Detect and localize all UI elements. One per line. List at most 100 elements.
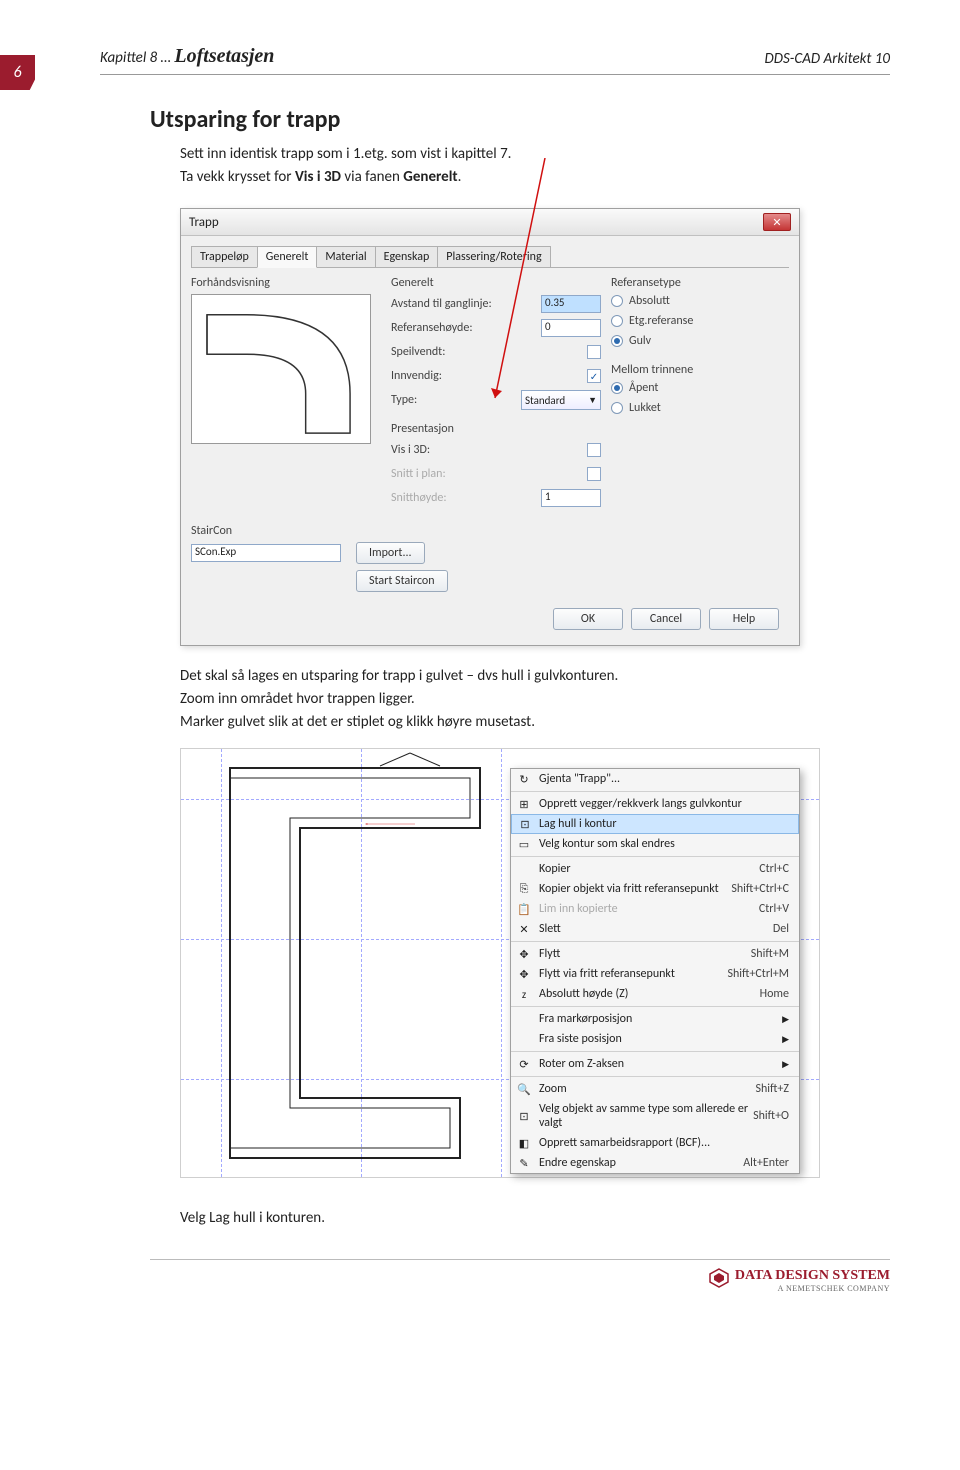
menu-item-icon: ⟳: [516, 1056, 532, 1072]
menu-item[interactable]: ✕ Slett Del: [511, 919, 799, 939]
footer-company: DATA DESIGN SYSTEM: [735, 1268, 890, 1284]
etgref-radio[interactable]: [611, 315, 623, 327]
close-button[interactable]: ✕: [763, 213, 791, 231]
menu-item-label: Kopier: [539, 862, 571, 876]
footer-subtitle: A NEMETSCHEK COMPANY: [778, 1284, 890, 1293]
help-button[interactable]: Help: [709, 608, 779, 630]
innvendig-label: Innvendig:: [391, 369, 442, 383]
menu-item-shortcut: Shift+Ctrl+M: [727, 967, 789, 981]
footer-logo: DATA DESIGN SYSTEM A NEMETSCHEK COMPANY: [0, 1260, 960, 1313]
menu-item-label: Gjenta "Trapp"...: [539, 772, 620, 786]
speilvendt-checkbox[interactable]: [587, 345, 601, 359]
menu-item-label: Lag hull i kontur: [539, 817, 617, 831]
menu-item-icon: ✎: [516, 1155, 532, 1171]
menu-item[interactable]: ⊞Opprett vegger/rekkverk langs gulvkontu…: [511, 794, 799, 814]
innvendig-checkbox[interactable]: ✓: [587, 369, 601, 383]
menu-item[interactable]: ✥Flytt via fritt referansepunktShift+Ctr…: [511, 964, 799, 984]
menu-item-icon: z: [516, 986, 532, 1002]
ok-button[interactable]: OK: [553, 608, 623, 630]
menu-item-shortcut: Del: [773, 922, 789, 936]
staircon-file-input[interactable]: SCon.Exp: [191, 544, 341, 562]
menu-item[interactable]: ⎘ Kopier objekt via fritt referansepunkt S…: [511, 879, 799, 899]
menu-item: 📋Lim inn kopierteCtrl+V: [511, 899, 799, 919]
menu-item[interactable]: ✥FlyttShift+M: [511, 944, 799, 964]
header-chapter: Kapittel 8 …: [100, 49, 174, 67]
menu-separator: [511, 1051, 799, 1052]
gulv-label: Gulv: [629, 334, 651, 348]
menu-item-label: Fra markørposisjon: [539, 1012, 632, 1026]
menu-item[interactable]: ⟳Roter om Z-aksen▶: [511, 1054, 799, 1074]
menu-item[interactable]: ⊡Velg objekt av samme type som allerede …: [511, 1099, 799, 1133]
menu-item-icon: ✥: [516, 946, 532, 962]
import-button[interactable]: Import...: [356, 542, 425, 564]
menu-item[interactable]: Fra markørposisjon▶: [511, 1009, 799, 1029]
apent-label: Åpent: [629, 381, 658, 395]
menu-item-label: Lim inn kopierte: [539, 902, 618, 916]
menu-item[interactable]: ✎ Endre egenskap Alt+Enter: [511, 1153, 799, 1173]
lukket-radio[interactable]: [611, 402, 623, 414]
annotation-arrow-1: [490, 158, 550, 403]
menu-item-icon: ✕: [516, 921, 532, 937]
menu-item-icon: 📋: [516, 901, 532, 917]
gulv-radio[interactable]: [611, 335, 623, 347]
chevron-down-icon: ▼: [588, 395, 597, 406]
tab-material[interactable]: Material: [316, 246, 375, 267]
tab-trappelop[interactable]: Trappeløp: [191, 246, 258, 267]
start-staircon-button[interactable]: Start Staircon: [356, 570, 448, 592]
page-header: Kapittel 8 … Loftsetasjen DDS-CAD Arkite…: [100, 45, 890, 75]
menu-item-label: Kopier objekt via fritt referansepunkt: [539, 882, 719, 896]
close-icon: ✕: [772, 216, 781, 229]
apent-radio[interactable]: [611, 382, 623, 394]
menu-item[interactable]: Fra siste posisjon▶: [511, 1029, 799, 1049]
vis3d-label: Vis i 3D:: [391, 443, 430, 457]
final-instruction: Velg Lag hull i konturen.: [180, 1208, 890, 1229]
absolutt-label: Absolutt: [629, 294, 670, 308]
tab-generelt[interactable]: Generelt: [257, 246, 318, 268]
refhoyde-input[interactable]: 0: [541, 319, 601, 337]
lukket-label: Lukket: [629, 401, 661, 415]
plan-view-area: ↻Gjenta "Trapp"... ⊞Opprett vegger/rekkve…: [180, 748, 820, 1178]
menu-item-shortcut: Shift+O: [753, 1109, 789, 1123]
menu-item-label: Velg objekt av samme type som allerede e…: [539, 1102, 753, 1130]
menu-item-icon: ⊡: [517, 816, 533, 832]
menu-item-icon: ⎘: [516, 881, 532, 897]
cancel-button[interactable]: Cancel: [631, 608, 701, 630]
menu-item[interactable]: KopierCtrl+C: [511, 859, 799, 879]
menu-item-label: Zoom: [539, 1082, 567, 1096]
section-title: Utsparing for trapp: [150, 105, 890, 134]
tab-egenskap[interactable]: Egenskap: [375, 246, 439, 267]
dds-logo-icon: [709, 1268, 729, 1288]
submenu-arrow-icon: ▶: [782, 1034, 789, 1045]
vis3d-checkbox[interactable]: [587, 443, 601, 457]
menu-separator: [511, 791, 799, 792]
menu-item-label: Endre egenskap: [539, 1156, 616, 1170]
menu-separator: [511, 856, 799, 857]
snitthoyde-label: Snitthøyde:: [391, 491, 447, 505]
type-label: Type:: [391, 393, 417, 407]
menu-item-label: Slett: [539, 922, 561, 936]
presentasjon-group-label: Presentasjon: [391, 422, 601, 436]
menu-item-icon: 🔍: [516, 1081, 532, 1097]
menu-item-icon: ◧: [516, 1135, 532, 1151]
avstand-input[interactable]: 0.35: [541, 295, 601, 313]
menu-item-shortcut: Alt+Enter: [743, 1156, 789, 1170]
menu-item[interactable]: ↻Gjenta "Trapp"...: [511, 769, 799, 789]
menu-item-icon: ▭: [516, 836, 532, 852]
menu-item[interactable]: zAbsolutt høyde (Z)Home: [511, 984, 799, 1004]
menu-item[interactable]: 🔍ZoomShift+Z: [511, 1079, 799, 1099]
avstand-label: Avstand til ganglinje:: [391, 297, 492, 311]
annotation-arrow-2: [265, 823, 515, 825]
menu-item[interactable]: ⊡ Lag hull i kontur: [511, 814, 799, 834]
stair-outline-drawing: [180, 748, 520, 1168]
menu-item-label: Absolutt høyde (Z): [539, 987, 628, 1001]
snitthoyde-input: 1: [541, 489, 601, 507]
menu-item[interactable]: ◧Opprett samarbeidsrapport (BCF)...: [511, 1133, 799, 1153]
mid-p3: Marker gulvet slik at det er stiplet og …: [180, 712, 890, 733]
menu-item-shortcut: Shift+Ctrl+C: [731, 882, 789, 896]
absolutt-radio[interactable]: [611, 295, 623, 307]
menu-item[interactable]: ▭Velg kontur som skal endres: [511, 834, 799, 854]
menu-item-label: Roter om Z-aksen: [539, 1057, 624, 1071]
referansetype-label: Referansetype: [611, 276, 781, 290]
menu-separator: [511, 941, 799, 942]
menu-item-label: Flytt via fritt referansepunkt: [539, 967, 675, 981]
